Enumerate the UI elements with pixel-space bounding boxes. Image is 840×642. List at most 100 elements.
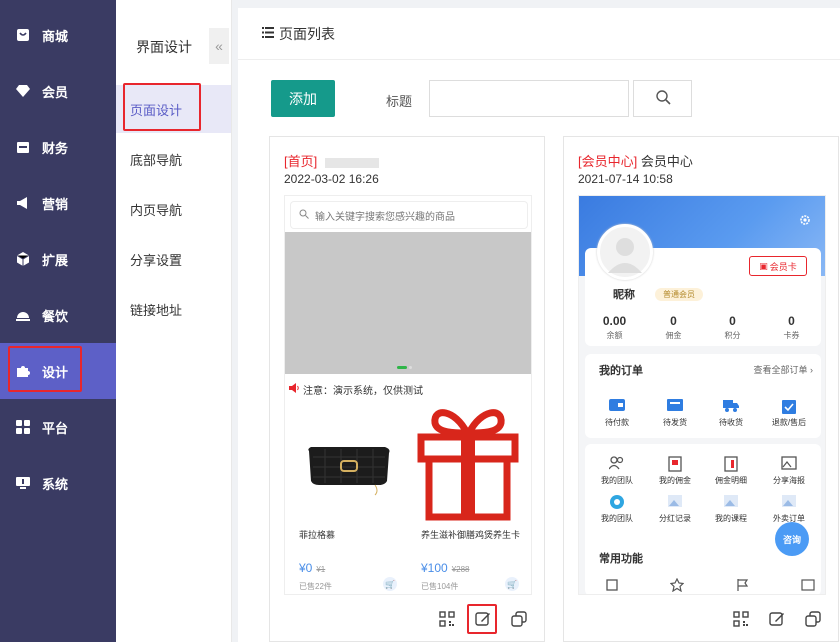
sidebar-item-label: 平台 [42, 420, 69, 436]
stat-commission: 0 佣金 [665, 314, 682, 340]
page-preview: 输入关键字搜索您感兴趣的商品 注意：演示系统，仅供测试 菲拉格慕 ¥0 ¥1 已… [284, 195, 532, 595]
blurred-name [324, 157, 379, 168]
product-name: 菲拉格慕 [299, 530, 336, 540]
cart-icon: 🛒 [383, 577, 397, 591]
page-preview: ▣ 会员卡 昵称 普通会员 0.00 余额 0 佣金 0 积分 0 卡券 我的订单 查看全… [578, 195, 826, 595]
panel-header: 页面列表 [238, 8, 840, 60]
tool-my-team-2: 我的团队 [589, 494, 645, 524]
edit-button[interactable] [467, 604, 497, 634]
add-button[interactable]: 添加 [271, 80, 335, 117]
order-pending-payment: 待付款 [589, 398, 645, 428]
panel-title: 页面列表 [279, 25, 335, 42]
my-orders-section: 我的订单 查看全部订单 › 待付款 待发货 待收货 退款/售后 [585, 354, 821, 438]
preview-banner [285, 232, 531, 374]
orders-more-link: 查看全部订单 › [753, 365, 813, 375]
settings-icon [799, 214, 811, 229]
member-level-badge: 普通会员 [655, 288, 703, 301]
image-icon [667, 494, 683, 510]
diamond-icon [16, 84, 30, 98]
main-sidebar: 商城 会员 财务 营销 扩展 餐饮 设计 平台 系统 [0, 0, 116, 642]
qrcode-icon [733, 610, 749, 630]
dish-icon [16, 308, 30, 322]
sidebar-item-label: 营销 [42, 196, 69, 212]
sidebar-item-marketing[interactable]: 营销 [0, 175, 116, 231]
speaker-icon [289, 383, 300, 396]
team-icon [608, 456, 625, 472]
collapse-button[interactable]: « [209, 28, 229, 64]
qrcode-button[interactable] [730, 609, 752, 631]
product-old-price: ¥288 [451, 565, 470, 574]
product-name: 养生滋补御膳鸡煲养生卡 [421, 530, 521, 540]
image-icon [723, 494, 739, 510]
banner-dot-active [397, 366, 407, 369]
tool-share-poster: 分享海报 [761, 456, 817, 486]
sidebar-item-member[interactable]: 会员 [0, 63, 116, 119]
orders-title: 我的订单 [599, 365, 643, 377]
flag-icon [736, 578, 750, 594]
member-card-button[interactable]: ▣ 会员卡 [749, 256, 807, 276]
search-button[interactable] [633, 80, 692, 117]
product-old-price: ¥1 [316, 565, 326, 574]
page-name: 会员中心 [640, 154, 693, 169]
megaphone-icon [16, 196, 30, 210]
consult-float-button[interactable]: 咨询 [775, 522, 809, 556]
copy-button[interactable] [508, 609, 530, 631]
sidebar-item-catering[interactable]: 餐饮 [0, 287, 116, 343]
title-filter-input[interactable] [429, 80, 629, 117]
tool-my-commission: 我的佣金 [647, 456, 703, 486]
clipboard-check-icon [781, 398, 797, 414]
page-card-member-center: [会员中心] 会员中心 2021-07-14 10:58 ▣ 会员卡 昵称 普通会… [563, 136, 839, 642]
shop-icon [16, 28, 30, 42]
edit-icon [769, 611, 785, 630]
tool-dividend-records: 分红记录 [647, 494, 703, 524]
stat-points: 0 积分 [724, 314, 741, 340]
submenu-item-inner-nav[interactable]: 内页导航 [116, 185, 231, 233]
sidebar-item-label: 系统 [42, 476, 69, 492]
tool-commission-detail: 佣金明细 [703, 456, 759, 486]
product-sold: 已售22件 [299, 582, 332, 591]
submenu-item-link-address[interactable]: 链接地址 [116, 285, 231, 333]
qrcode-icon [439, 610, 455, 630]
puzzle-icon [16, 364, 30, 378]
preview-search-placeholder: 输入关键字搜索您感兴趣的商品 [315, 211, 455, 223]
truck-icon [723, 398, 739, 414]
copy-button[interactable] [802, 609, 824, 631]
preview-search-bar: 输入关键字搜索您感兴趣的商品 [291, 202, 527, 228]
product-sold: 已售104件 [421, 582, 459, 591]
submenu-item-share-settings[interactable]: 分享设置 [116, 235, 231, 283]
preview-product: 养生滋补御膳鸡煲养生卡 ¥100 ¥288 已售104件 🛒 [409, 401, 527, 594]
notice-text: 注意：演示系统，仅供测试 [303, 386, 423, 397]
order-refund: 退款/售后 [761, 398, 817, 428]
search-icon [299, 209, 309, 222]
sidebar-item-shop[interactable]: 商城 [0, 7, 116, 63]
sidebar-item-system[interactable]: 系统 [0, 455, 116, 511]
edit-button[interactable] [766, 609, 788, 631]
submenu-item-bottom-nav[interactable]: 底部导航 [116, 135, 231, 183]
card-actions [730, 609, 824, 631]
page-type-tag: [首页] [284, 154, 318, 169]
cart-icon: 🛒 [505, 577, 519, 591]
tools-section: 我的团队 我的佣金 佣金明细 分享海报 我的团队 分红记录 我的课程 外卖订单 … [585, 444, 821, 594]
stat-coupons: 0 卡券 [783, 314, 800, 340]
sidebar-item-label: 商城 [42, 28, 69, 44]
tool-my-team: 我的团队 [589, 456, 645, 486]
sidebar-item-platform[interactable]: 平台 [0, 399, 116, 455]
sidebar-item-extension[interactable]: 扩展 [0, 231, 116, 287]
stat-balance: 0.00 余额 [602, 314, 627, 340]
product-price: ¥100 ¥288 [421, 561, 470, 575]
sidebar-item-design[interactable]: 设计 [0, 343, 116, 399]
page-date: 2022-03-02 16:26 [284, 172, 379, 186]
wallet-icon [16, 140, 30, 154]
box-icon [667, 398, 683, 414]
main-panel: 页面列表 添加 标题 [首页] 2022-03-02 16:26 输入关键字搜索… [238, 8, 840, 642]
member-stats: 0.00 余额 0 佣金 0 积分 0 卡券 [585, 314, 821, 341]
product-price: ¥0 ¥1 [299, 561, 326, 575]
monitor-icon [16, 476, 30, 490]
edit-icon [475, 611, 491, 630]
qrcode-button[interactable] [436, 609, 458, 631]
sidebar-item-finance[interactable]: 财务 [0, 119, 116, 175]
secondary-menu: 界面设计 « 页面设计 底部导航 内页导航 分享设置 链接地址 [116, 0, 232, 642]
page-card-home: [首页] 2022-03-02 16:26 输入关键字搜索您感兴趣的商品 注意：… [269, 136, 545, 642]
submenu-item-page-design[interactable]: 页面设计 [116, 85, 231, 133]
grid-icon [16, 420, 30, 434]
